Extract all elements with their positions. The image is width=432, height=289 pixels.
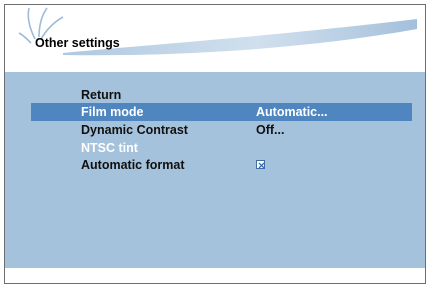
menu-item-ntsc-tint: NTSC tint [31,139,412,157]
menu-item-value: Automatic... [256,105,328,119]
swoosh-logo-icon [18,7,417,56]
menu-item-return[interactable]: Return [31,86,412,104]
menu-item-label: Return [81,88,122,102]
menu-item-automatic-format[interactable]: Automatic format [31,156,412,174]
menu-item-label: NTSC tint [81,141,138,155]
menu-item-label: Automatic format [81,158,185,172]
settings-window: Other settings Return Film mode Automati… [4,4,426,284]
menu-item-label: Film mode [81,105,144,119]
menu-item-dynamic-contrast[interactable]: Dynamic Contrast Off... [31,121,412,139]
menu-item-label: Dynamic Contrast [81,123,188,137]
menu-item-value: Off... [256,123,285,137]
menu-item-film-mode[interactable]: Film mode Automatic... [31,103,412,121]
settings-panel: Return Film mode Automatic... Dynamic Co… [5,72,425,268]
page-title: Other settings [35,36,120,50]
header: Other settings [5,5,425,63]
checkbox-checked-icon[interactable] [256,160,265,169]
